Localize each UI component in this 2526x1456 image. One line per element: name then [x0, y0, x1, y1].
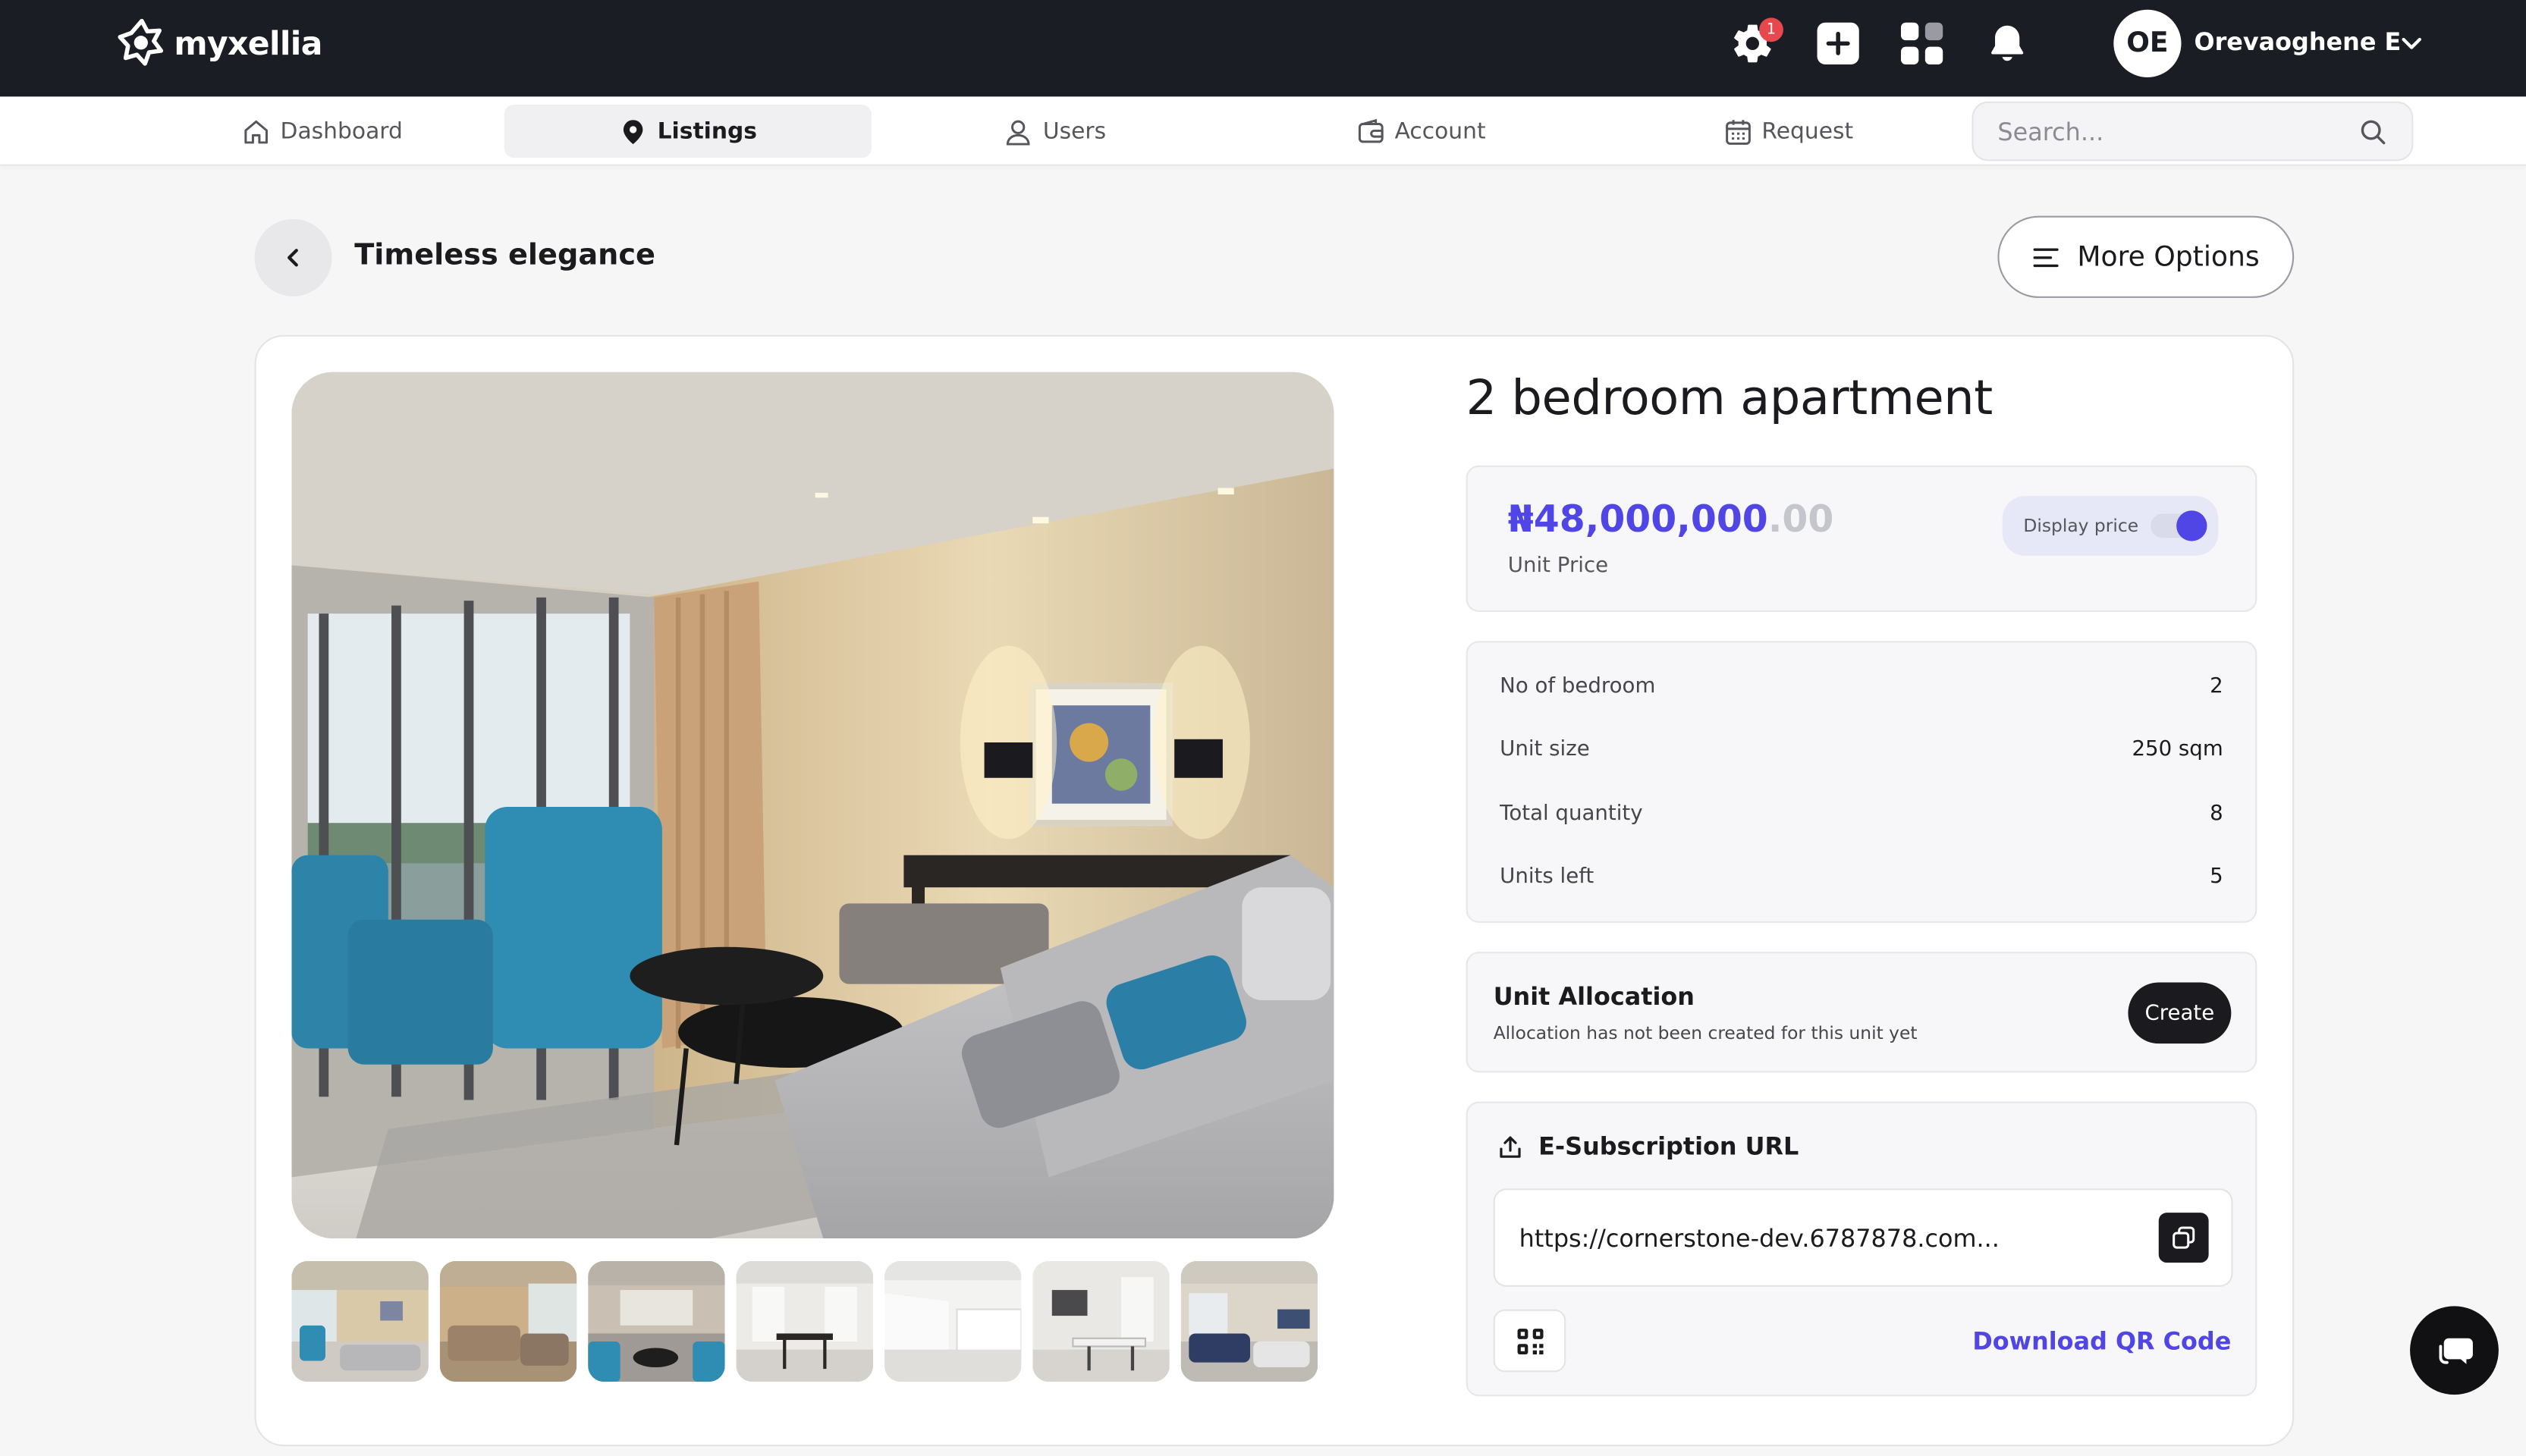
nav-item-dashboard[interactable]: Dashboard	[139, 105, 506, 158]
home-icon	[244, 119, 268, 143]
thumbnail-3[interactable]	[588, 1260, 725, 1382]
calendar-icon	[1725, 119, 1750, 144]
chevron-left-icon	[287, 249, 298, 267]
price-panel: ₦48,000,000.00 Unit Price Display price	[1466, 465, 2257, 613]
main-listing-photo[interactable]	[291, 372, 1334, 1239]
nav-label-dashboard: Dashboard	[280, 118, 403, 145]
detail-label: Total quantity	[1500, 802, 1643, 827]
brand-logo[interactable]: myxellia	[116, 17, 322, 69]
living-room-image	[291, 372, 1334, 1239]
qr-code-icon	[1516, 1328, 1543, 1354]
nav-item-listings[interactable]: Listings	[504, 105, 872, 158]
location-pin-icon	[624, 119, 643, 144]
detail-row-bedrooms: No of bedroom 2	[1500, 675, 2223, 699]
subscription-url: https://cornerstone-dev.6787878.com...	[1519, 1224, 2000, 1254]
notifications-button[interactable]	[1983, 19, 2031, 67]
e-subscription-panel: E-Subscription URL https://cornerstone-d…	[1466, 1101, 2257, 1397]
unit-allocation-title: Unit Allocation	[1493, 982, 1695, 1012]
detail-label: Units left	[1500, 864, 1594, 890]
more-options-label: More Options	[2077, 240, 2260, 273]
logo-icon	[118, 18, 164, 66]
nav-item-request[interactable]: Request	[1604, 105, 1971, 158]
thumbnail-1[interactable]	[291, 1260, 429, 1382]
wallet-icon	[1358, 118, 1384, 143]
thumbnail-2[interactable]	[439, 1260, 577, 1382]
display-price-label: Display price	[2023, 515, 2139, 537]
page-title: Timeless elegance	[354, 238, 655, 272]
chevron-down-icon[interactable]	[2397, 29, 2426, 58]
nav-label-account: Account	[1394, 118, 1486, 145]
copy-icon	[2173, 1226, 2195, 1249]
qr-code-button[interactable]	[1493, 1309, 1566, 1373]
subscription-url-field[interactable]: https://cornerstone-dev.6787878.com...	[1493, 1188, 2233, 1287]
unit-details-panel: No of bedroom 2 Unit size 250 sqm Total …	[1466, 641, 2257, 923]
thumbnail-image	[439, 1260, 577, 1382]
display-price-control: Display price	[2002, 496, 2219, 556]
thumbnail-5[interactable]	[884, 1260, 1022, 1382]
thumbnail-4[interactable]	[736, 1260, 874, 1382]
chat-button[interactable]	[2410, 1306, 2499, 1395]
thumbnail-image	[736, 1260, 874, 1382]
chat-bubble-icon	[2438, 1337, 2472, 1363]
e-subscription-title: E-Subscription URL	[1538, 1131, 1799, 1162]
apps-grid-icon	[1900, 22, 1943, 64]
apps-button[interactable]	[1898, 19, 1946, 67]
settings-button[interactable]: 1	[1729, 17, 1783, 67]
thumbnail-image	[588, 1260, 725, 1382]
user-name[interactable]: Orevaoghene E	[2195, 27, 2402, 56]
detail-value: 5	[2210, 864, 2223, 890]
detail-label: Unit size	[1500, 737, 1590, 762]
thumbnail-image	[291, 1260, 429, 1382]
nav-item-users[interactable]: Users	[872, 105, 1239, 158]
nav-label-users: Users	[1042, 118, 1107, 145]
nav-item-account[interactable]: Account	[1237, 105, 1604, 158]
copy-url-button[interactable]	[2158, 1213, 2209, 1263]
search-box	[1971, 101, 2414, 162]
unit-allocation-panel: Unit Allocation Allocation has not been …	[1466, 952, 2257, 1073]
detail-row-units-left: Units left 5	[1500, 864, 2223, 889]
nav-label-request: Request	[1761, 118, 1854, 145]
display-price-toggle[interactable]	[2151, 510, 2208, 541]
brand-name: myxellia	[174, 24, 322, 63]
menu-lines-icon	[2034, 247, 2059, 267]
plus-square-icon	[1817, 22, 1859, 64]
thumbnail-strip	[291, 1260, 1318, 1382]
thumbnail-7[interactable]	[1180, 1260, 1318, 1382]
detail-value: 2	[2210, 674, 2223, 699]
thumbnail-image	[1180, 1260, 1318, 1382]
share-upload-icon	[1500, 1135, 1521, 1157]
avatar[interactable]: OE	[2113, 9, 2182, 77]
main-nav: Dashboard Listings Users Account Request	[0, 96, 2526, 166]
create-allocation-button[interactable]: Create	[2128, 982, 2232, 1044]
top-bar: myxellia 1 OE Orevaoghene E	[0, 0, 2526, 97]
app-root: myxellia 1 OE Orevaoghene E Dashboard Li…	[0, 0, 2526, 1456]
more-options-button[interactable]: More Options	[1997, 215, 2295, 298]
e-subscription-header: E-Subscription URL	[1497, 1132, 1799, 1161]
back-button[interactable]	[254, 218, 332, 297]
unit-price-label: Unit Price	[1507, 554, 1609, 579]
detail-row-total-quantity: Total quantity 8	[1500, 802, 2223, 827]
notification-badge: 1	[1759, 17, 1783, 42]
search-input[interactable]	[1997, 116, 2359, 146]
nav-label-listings: Listings	[657, 118, 758, 145]
listing-title: 2 bedroom apartment	[1466, 370, 1993, 427]
unit-allocation-subtitle: Allocation has not been created for this…	[1493, 1022, 1918, 1044]
detail-value: 8	[2210, 802, 2223, 827]
thumbnail-image	[884, 1260, 1022, 1382]
thumbnail-6[interactable]	[1032, 1260, 1170, 1382]
search-icon[interactable]	[2358, 117, 2387, 146]
detail-label: No of bedroom	[1500, 674, 1656, 699]
user-icon	[1007, 119, 1031, 145]
price-amount: ₦48,000,000	[1507, 499, 1768, 541]
create-new-button[interactable]	[1814, 19, 1862, 67]
unit-price: ₦48,000,000.00	[1508, 499, 1834, 541]
detail-value: 250 sqm	[2132, 737, 2223, 762]
detail-row-unit-size: Unit size 250 sqm	[1500, 738, 2223, 762]
price-decimals: .00	[1767, 499, 1834, 541]
thumbnail-image	[1032, 1260, 1170, 1382]
toggle-knob	[2177, 510, 2208, 541]
bell-icon	[1991, 25, 2024, 61]
download-qr-code-link[interactable]: Download QR Code	[1972, 1327, 2231, 1356]
